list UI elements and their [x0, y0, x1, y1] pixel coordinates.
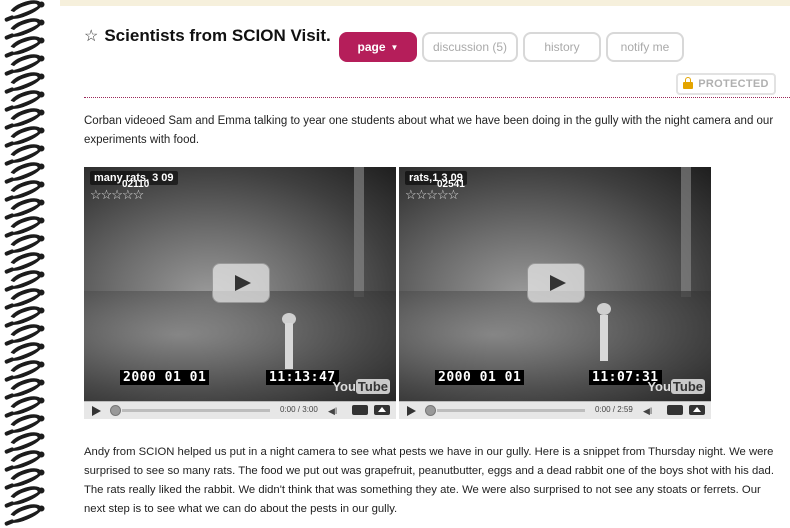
tab-page[interactable]: page ▼: [339, 32, 417, 62]
top-strip: [60, 0, 790, 6]
time-display: 0:00 / 3:00: [280, 405, 318, 414]
play-icon[interactable]: [407, 406, 416, 416]
lock-icon: [683, 77, 694, 89]
tab-discussion[interactable]: discussion (5): [422, 32, 518, 62]
tab-discussion-label: discussion (5): [432, 40, 508, 54]
tab-history-label: history: [544, 40, 580, 54]
tab-history[interactable]: history: [523, 32, 601, 62]
body-paragraph: Andy from SCION helped us put in a night…: [84, 446, 774, 515]
scrubber-handle[interactable]: [425, 405, 436, 416]
rating-stars: ☆☆☆☆☆: [405, 187, 459, 202]
time-stamp: 11:13:47: [266, 370, 339, 385]
youtube-logo[interactable]: You Tube: [332, 379, 390, 394]
title-divider: [84, 97, 790, 98]
play-icon[interactable]: [92, 406, 101, 416]
page-tabs: page ▼ discussion (5) history notify me: [339, 32, 684, 62]
fullscreen-icon[interactable]: [689, 405, 705, 415]
protected-badge: PROTECTED: [676, 73, 776, 95]
screen-size-icon[interactable]: [667, 405, 683, 415]
play-button[interactable]: [527, 263, 585, 303]
video-player-2[interactable]: rats,1 3 09 02541 ☆☆☆☆☆ 2000 01 01 11:07…: [399, 167, 711, 419]
tab-page-label: page: [357, 40, 386, 54]
progress-track[interactable]: [437, 409, 585, 412]
youtube-logo-you: You: [647, 379, 671, 394]
youtube-logo[interactable]: You Tube: [647, 379, 705, 394]
intro-paragraph: Corban videoed Sam and Emma talking to y…: [84, 115, 774, 146]
date-stamp: 2000 01 01: [120, 370, 210, 385]
scrubber-handle[interactable]: [110, 405, 121, 416]
protected-label: PROTECTED: [698, 78, 769, 90]
volume-icon[interactable]: ◀ǀ: [328, 406, 337, 417]
rating-stars: ☆☆☆☆☆: [90, 187, 144, 202]
fullscreen-icon[interactable]: [374, 405, 390, 415]
screen-size-icon[interactable]: [352, 405, 368, 415]
volume-icon[interactable]: ◀ǀ: [643, 406, 652, 417]
spiral-binding: [0, 0, 60, 526]
youtube-logo-tube: Tube: [355, 379, 390, 394]
tab-notify-label: notify me: [620, 40, 670, 54]
youtube-logo-tube: Tube: [670, 379, 705, 394]
video-player-1[interactable]: many rats, 3 09 02110 ☆☆☆☆☆ 2000 01 01 1…: [84, 167, 396, 419]
title-row: ☆ Scientists from SCION Visit.: [84, 26, 331, 46]
watch-star-icon[interactable]: ☆: [84, 26, 98, 46]
page-title: Scientists from SCION Visit.: [104, 26, 331, 45]
video-controls: 0:00 / 3:00 ◀ǀ: [84, 401, 396, 419]
chevron-down-icon: ▼: [390, 42, 399, 52]
progress-track[interactable]: [122, 409, 270, 412]
play-button[interactable]: [212, 263, 270, 303]
date-stamp: 2000 01 01: [435, 370, 525, 385]
time-display: 0:00 / 2:59: [595, 405, 633, 414]
youtube-logo-you: You: [332, 379, 356, 394]
video-controls: 0:00 / 2:59 ◀ǀ: [399, 401, 711, 419]
tab-notify-me[interactable]: notify me: [606, 32, 684, 62]
